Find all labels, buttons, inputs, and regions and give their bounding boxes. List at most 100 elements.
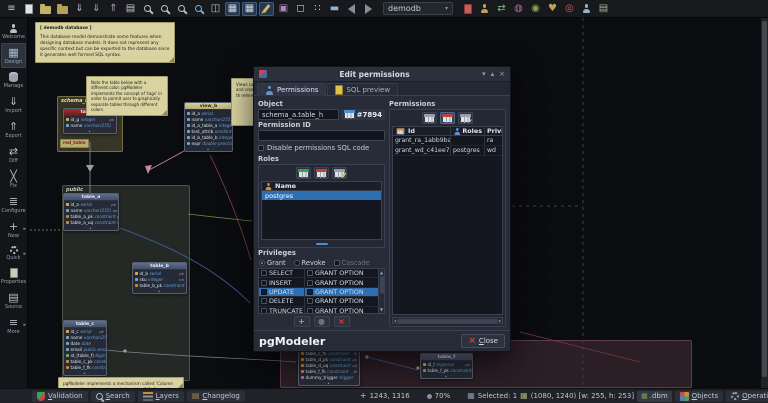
sidebar-item-fix[interactable]: ╳ Fix ▸ [1,167,26,192]
grant-option-checkbox[interactable] [307,289,313,295]
search-button[interactable]: Search [91,391,135,402]
sql-tool-icon[interactable] [460,2,475,16]
permission-row[interactable]: grant_ra_1abb9ba6e9 ra [393,136,502,146]
plugins-icon[interactable]: ◍ [511,2,526,16]
sidebar-item-manage[interactable]: Manage ▸ [1,68,26,92]
privilege-mode-option[interactable]: Revoke [294,259,326,267]
permission-id-field[interactable] [258,130,385,141]
tab-sql-preview[interactable]: SQL preview [327,83,398,95]
recent-models-icon[interactable] [55,2,70,16]
privilege-mode-option[interactable]: Cascade [334,259,370,267]
open-model-icon[interactable] [38,2,53,16]
arrange-objects-icon[interactable]: ∷ [310,2,325,16]
update-permission-button[interactable]: ● [314,316,330,327]
table-header[interactable]: table_c [64,321,106,328]
sidebar-item-design[interactable]: ▦ Design ▸ [1,43,26,68]
changelog-button[interactable]: ▤ Changelog [187,391,245,402]
note-propagation[interactable]: pgModeler implements a mechanism called … [58,377,184,388]
close-window-button[interactable]: × [499,70,505,78]
privilege-row[interactable]: TRUNCATE GRANT OPTION [259,307,384,314]
new-textbox-icon[interactable]: ▬ [327,2,342,16]
object-field[interactable]: schema_a.table_h [258,109,339,120]
layers-button[interactable]: Layers [138,391,184,402]
save-all-icon[interactable]: ⇓ [89,2,104,16]
duplicate-permission-button[interactable] [422,112,437,124]
privilege-checkbox[interactable] [261,308,267,314]
sidebar-item-properties[interactable]: Properties ▸ [1,264,26,288]
manage-roles-icon[interactable] [477,2,492,16]
privilege-row[interactable]: INSERT GRANT OPTION [259,278,384,287]
table-header[interactable]: table_b [133,263,186,270]
remove-role-button[interactable] [314,167,329,179]
note-tags[interactable]: Note the table below with a different co… [86,76,168,116]
permissions-table-header[interactable]: Id Roles Privileges [393,127,502,136]
zoom-in-icon[interactable] [174,2,189,16]
menu-icon[interactable]: ≡ [4,2,19,16]
sidebar-item-import[interactable]: ⇓ Import ▸ [1,92,26,117]
privilege-checkbox[interactable] [261,270,267,276]
privileges-scrollbar[interactable]: ▲▼ [378,269,384,313]
print-icon[interactable]: ▤ [123,2,138,16]
close-button[interactable]: × Close [461,334,505,348]
canvas-table-table-a[interactable]: table_a id_aserialpk namevarchar(255)nn … [63,193,119,231]
permissions-horizontal-scrollbar[interactable]: ◂▸ [392,317,503,324]
canvas-view-view-b[interactable]: view_b id_aserial namevarchar(255) id_a_… [184,102,233,152]
remove-permission-button[interactable] [440,112,455,124]
duplicate-icon[interactable]: ▣ [276,2,291,16]
sidebar-item-more[interactable]: ≡ More ▸ [1,313,26,338]
canvas-vertical-scrollbar[interactable] [761,18,768,388]
roles-list-header[interactable]: Name [262,182,381,191]
zoom-out-icon[interactable] [140,2,155,16]
objects-button[interactable]: Objects [675,391,723,402]
bug-report-icon[interactable]: ◉ [528,2,543,16]
edit-permission-button[interactable]: ▾ [458,112,473,124]
privilege-row[interactable]: DELETE GRANT OPTION [259,297,384,306]
sidebar-item-source[interactable]: ▤ Source ▸ [1,288,26,313]
privilege-mode-option[interactable]: Grant [259,259,286,267]
table-header[interactable]: table_a [64,194,118,201]
select-all-icon[interactable]: ◻ [293,2,308,16]
overview-icon[interactable] [191,2,206,16]
sidebar-item-new[interactable]: + New ▸ [1,217,26,242]
add-permission-button[interactable]: + [294,316,310,327]
scrollbar-thumb[interactable] [762,21,767,377]
diff-icon[interactable]: ⇄ [494,2,509,16]
table-header[interactable]: table_f [421,354,472,361]
changelog-list-icon[interactable]: ▤ [596,2,611,16]
add-role-button[interactable] [296,167,311,179]
privilege-row[interactable]: UPDATE GRANT OPTION [259,288,384,297]
save-model-icon[interactable]: ⇓ [72,2,87,16]
minimize-button[interactable]: ▾ [482,70,486,78]
sidebar-item-quick[interactable]: Quick ▸ [1,242,26,264]
edit-mode-icon[interactable] [259,2,274,16]
sidebar-item-export[interactable]: ⇑ Export ▸ [1,117,26,142]
split-view-icon[interactable]: ◫ [208,2,223,16]
tag-red-table[interactable]: red_table [60,139,89,148]
sidebar-item-configure[interactable]: ≣ Configure ▸ [1,192,26,217]
canvas-table-table-c[interactable]: table_c id_cserialpk namevarchar(255) da… [63,320,107,376]
note-demodb[interactable]: [ demodb database ] This database model … [35,22,175,63]
permission-row[interactable]: grant_wd_c41ee7282c postgres wd [393,146,502,156]
grant-option-checkbox[interactable] [307,280,313,286]
sidebar-item-diff[interactable]: ⇄ Diff ▸ [1,142,26,167]
grant-option-checkbox[interactable] [307,298,313,304]
canvas-table-table-f[interactable]: table_f id_fbigserialpk table_f_pkconstr… [420,353,473,379]
grant-option-checkbox[interactable] [307,308,313,314]
privilege-checkbox[interactable] [261,289,267,295]
maximize-button[interactable]: ▴ [491,70,495,78]
about-icon[interactable] [579,2,594,16]
donate-icon[interactable]: ♥ [545,2,560,16]
normal-zoom-icon[interactable] [157,2,172,16]
privilege-row[interactable]: SELECT GRANT OPTION [259,269,384,278]
model-selector[interactable]: demodb▾ [383,2,453,15]
dialog-titlebar[interactable]: Edit permissions ▾ ▴ × [254,67,510,82]
new-model-icon[interactable] [21,2,36,16]
support-icon[interactable]: ◎ [562,2,577,16]
validation-button[interactable]: Validation [32,391,88,402]
canvas-table-table-b[interactable]: table_b id_bserialpk skuintegernn table_… [132,262,187,294]
grant-option-checkbox[interactable] [307,270,313,276]
snap-to-grid-icon[interactable]: ▦ [242,2,257,16]
disable-sql-checkbox[interactable] [258,145,264,151]
export-icon[interactable]: ⇑ [106,2,121,16]
back-icon[interactable] [344,2,359,16]
